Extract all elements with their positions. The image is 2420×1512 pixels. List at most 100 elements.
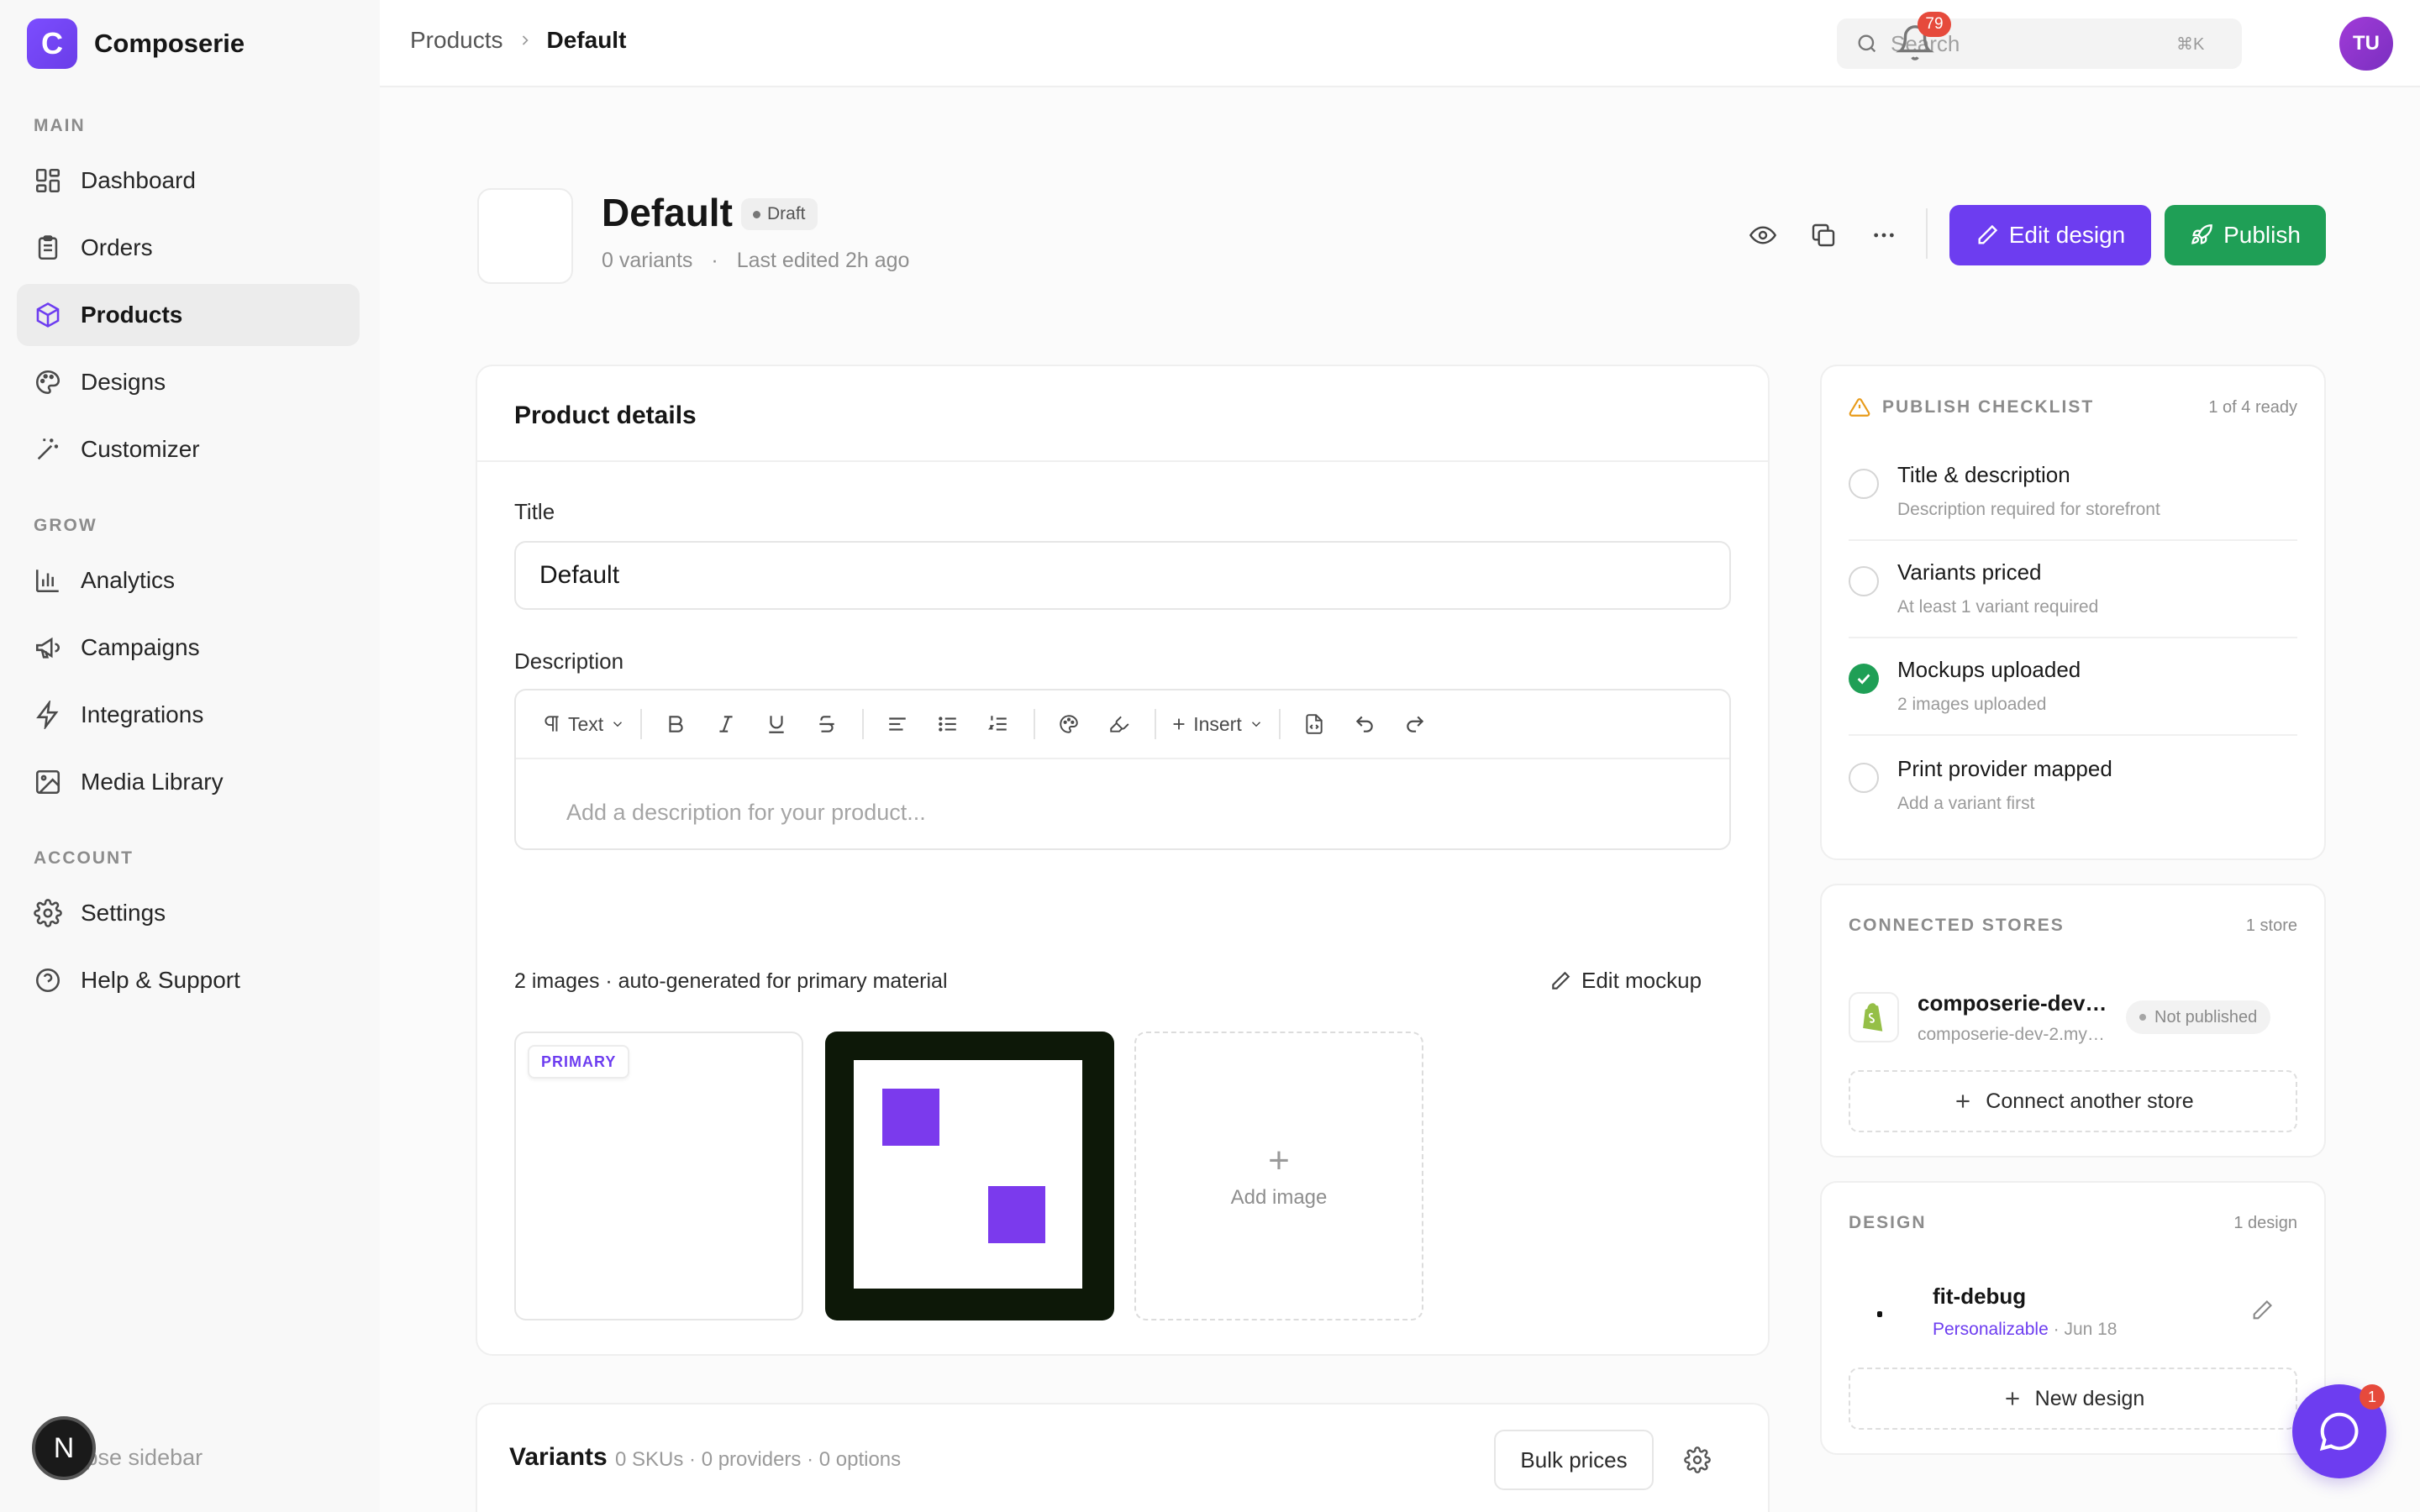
- warning-icon: [1849, 398, 1870, 417]
- title-field[interactable]: Default: [514, 541, 1731, 610]
- sidebar-item-orders[interactable]: Orders: [17, 217, 360, 279]
- bold-button[interactable]: [655, 704, 696, 744]
- product-meta: 0 variants · Last edited 2h ago: [602, 249, 909, 273]
- new-design-button[interactable]: New design: [1849, 1368, 2297, 1430]
- checklist-item-subtitle: Add a variant first: [1897, 794, 2035, 813]
- stores-count: 1 store: [2245, 916, 2297, 935]
- dev-tools-badge[interactable]: N: [32, 1416, 96, 1480]
- brand[interactable]: C Composerie: [27, 18, 245, 69]
- preview-button[interactable]: [1741, 213, 1785, 257]
- design-header: DESIGN 1 design: [1849, 1213, 2297, 1233]
- sidebar-item-label: Settings: [81, 900, 166, 926]
- plus-icon: [1956, 1095, 1970, 1108]
- insert-dropdown[interactable]: Insert: [1170, 704, 1264, 744]
- publish-label: Publish: [2223, 222, 2301, 248]
- sidebar-item-campaigns[interactable]: Campaigns: [17, 617, 360, 679]
- sidebar-item-settings[interactable]: Settings: [17, 882, 360, 944]
- sidebar-item-products[interactable]: Products: [17, 284, 360, 346]
- checklist-item-subtitle: 2 images uploaded: [1897, 695, 2047, 714]
- mockup-square: [882, 1089, 939, 1146]
- card-divider: [477, 460, 1768, 462]
- design-meta: Personalizable · Jun 18: [1933, 1320, 2118, 1340]
- add-image-button[interactable]: + Add image: [1134, 1032, 1423, 1320]
- plus-icon: +: [1268, 1140, 1290, 1181]
- numbered-list-button[interactable]: [978, 704, 1018, 744]
- chevron-down-icon: [613, 722, 623, 727]
- checklist-item-title: Print provider mapped: [1897, 756, 2112, 781]
- publish-button[interactable]: Publish: [2165, 205, 2326, 265]
- redo-button[interactable]: [1395, 704, 1435, 744]
- pencil-icon: [1552, 971, 1570, 990]
- more-actions-button[interactable]: [1862, 213, 1906, 257]
- variants-card: Variants 0 SKUs · 0 providers · 0 option…: [476, 1403, 1770, 1512]
- sidebar-item-dashboard[interactable]: Dashboard: [17, 150, 360, 212]
- avatar[interactable]: TU: [2339, 17, 2393, 71]
- gear-icon[interactable]: [1684, 1446, 1711, 1473]
- store-row[interactable]: composerie-dev-2.myshopify.com composeri…: [1849, 979, 2297, 1055]
- product-thumbnail: [477, 188, 573, 284]
- chevron-right-icon: [522, 35, 529, 45]
- mockup-image-primary[interactable]: PRIMARY: [514, 1032, 803, 1320]
- highlight-button[interactable]: [1099, 704, 1139, 744]
- pencil-icon[interactable]: [2250, 1299, 2274, 1322]
- sidebar-item-label: Customizer: [81, 436, 200, 462]
- stores-title: CONNECTED STORES: [1849, 916, 2065, 935]
- numbered-list-icon: [988, 716, 1007, 731]
- sidebar-item-designs[interactable]: Designs: [17, 351, 360, 413]
- breadcrumb: Products Default: [410, 27, 626, 54]
- checklist-item-title: Variants priced: [1897, 559, 2042, 585]
- shopify-icon: [1849, 992, 1899, 1042]
- text-color-button[interactable]: [1049, 704, 1089, 744]
- variants-title: Variants: [509, 1443, 608, 1471]
- sidebar: C Composerie MAIN Dashboard Orders Produ…: [0, 0, 380, 1512]
- undo-button[interactable]: [1344, 704, 1385, 744]
- description-editor[interactable]: Text Insert Add a description for your p…: [514, 689, 1731, 850]
- magic-wand-icon: [37, 438, 59, 460]
- sidebar-item-media-library[interactable]: Media Library: [17, 751, 360, 813]
- status-dot: [753, 210, 760, 218]
- description-placeholder: Add a description for your product...: [566, 800, 926, 825]
- checklist-title-text: PUBLISH CHECKLIST: [1882, 397, 2095, 417]
- block-type-dropdown[interactable]: Text: [541, 704, 625, 744]
- duplicate-button[interactable]: [1802, 213, 1845, 257]
- bullet-list-button[interactable]: [928, 704, 968, 744]
- bolt-icon: [36, 701, 59, 729]
- italic-button[interactable]: [706, 704, 746, 744]
- align-button[interactable]: [877, 704, 918, 744]
- brand-name: Composerie: [94, 29, 245, 58]
- design-row[interactable]: fit-debug Personalizable · Jun 18: [1849, 1273, 2297, 1349]
- sidebar-item-customizer[interactable]: Customizer: [17, 418, 360, 480]
- plus-icon: [1173, 718, 1185, 730]
- strikethrough-button[interactable]: [807, 704, 847, 744]
- sidebar-item-label: Help & Support: [81, 967, 240, 993]
- clipboard-icon: [38, 235, 58, 260]
- connect-store-button[interactable]: Connect another store: [1849, 1070, 2297, 1132]
- sidebar-item-analytics[interactable]: Analytics: [17, 549, 360, 612]
- editor-toolbar: Text Insert: [516, 690, 1729, 759]
- checklist-item[interactable]: Print provider mapped Add a variant firs…: [1849, 751, 2297, 848]
- pencil-icon: [1978, 224, 1997, 244]
- edit-mockup-button[interactable]: Edit mockup: [1549, 968, 1702, 994]
- bulk-prices-button[interactable]: Bulk prices: [1494, 1430, 1654, 1490]
- breadcrumb-products-link[interactable]: Products: [410, 27, 503, 54]
- design-name: fit-debug: [1933, 1283, 2027, 1309]
- unchecked-circle-icon: [1849, 763, 1879, 793]
- paragraph-icon: [544, 716, 559, 732]
- underline-icon: [769, 716, 784, 733]
- design-thumbnail: [1849, 1281, 1909, 1341]
- check-circle-icon: [1849, 664, 1879, 694]
- underline-button[interactable]: [756, 704, 797, 744]
- section-label-grow: GROW: [34, 516, 97, 535]
- mockup-image-2[interactable]: [825, 1032, 1114, 1320]
- edit-design-button[interactable]: Edit design: [1949, 205, 2151, 265]
- sidebar-item-integrations[interactable]: Integrations: [17, 684, 360, 746]
- store-domain: composerie-dev-2.myshopify.com: [1918, 1024, 2107, 1044]
- meta-separator: ·: [711, 249, 718, 272]
- section-label-main: MAIN: [34, 116, 86, 135]
- edit-design-label: Edit design: [2008, 222, 2126, 248]
- sidebar-item-label: Integrations: [81, 701, 204, 727]
- source-button[interactable]: [1294, 704, 1334, 744]
- toolbar-separator: [862, 709, 865, 739]
- sidebar-item-help[interactable]: Help & Support: [17, 949, 360, 1011]
- divider: [1849, 637, 2297, 638]
